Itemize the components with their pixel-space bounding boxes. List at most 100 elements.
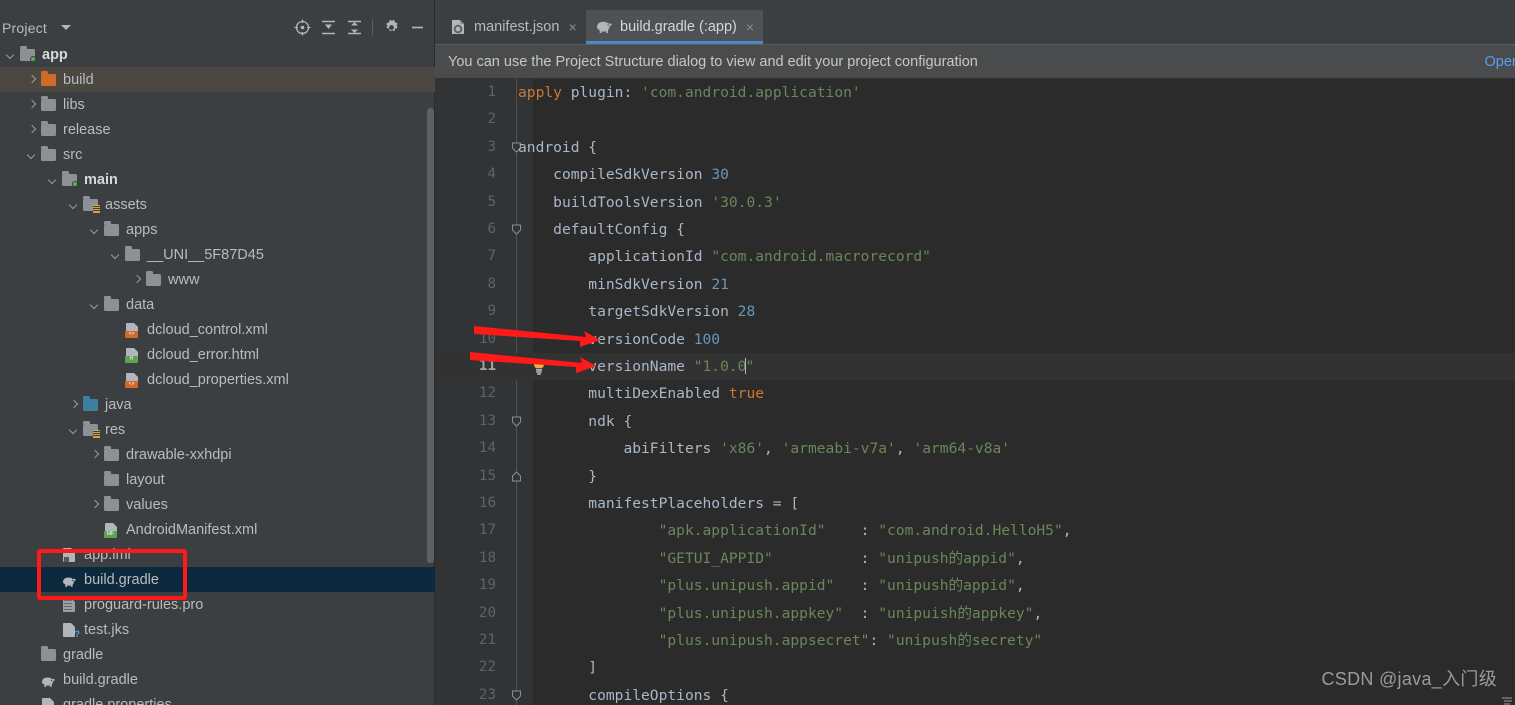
tree-item-build[interactable]: build [0,67,435,92]
editor-resize-handle[interactable] [1501,693,1513,705]
code-line[interactable]: 4 compileSdkVersion 30 [435,161,1515,188]
tree-item-app-iml[interactable]: app.iml [0,542,435,567]
chevron-right-icon[interactable] [25,123,39,137]
tree-item-values[interactable]: values [0,492,435,517]
tree-item-test-jks[interactable]: ? test.jks [0,617,435,642]
tree-item-drawable-xxhdpi[interactable]: drawable-xxhdpi [0,442,435,467]
tree-item-androidmanifest-xml[interactable]: MF AndroidManifest.xml [0,517,435,542]
collapse-all-icon[interactable] [341,14,367,40]
code-line[interactable]: 16 manifestPlaceholders = [ [435,490,1515,517]
json-file-icon [450,19,467,36]
line-number: 4 [487,166,496,183]
intention-bulb-icon[interactable] [531,358,547,376]
chevron-right-icon[interactable] [25,73,39,87]
code-line[interactable]: 5 buildToolsVersion '30.0.3' [435,189,1515,216]
tree-item-label: dcloud_properties.xml [147,371,289,388]
chevron-down-icon[interactable] [67,423,81,437]
project-tree[interactable]: app build libs release src main assets apps __UN… [0,42,435,705]
tree-item-src[interactable]: src [0,142,435,167]
tree-item-dcloud-properties-xml[interactable]: <> dcloud_properties.xml [0,367,435,392]
locate-target-icon[interactable] [289,14,315,40]
tree-item-res[interactable]: res [0,417,435,442]
tree-item-www[interactable]: www [0,267,435,292]
tree-item-gradle-properties[interactable]: gradle.properties [0,692,435,705]
code-text: "plus.unipush.appid" : "unipush的appid", [623,577,1025,595]
gear-icon[interactable] [378,14,404,40]
chevron-down-icon[interactable] [109,248,123,262]
chevron-down-icon[interactable] [60,25,71,30]
code-line[interactable]: 8 minSdkVersion 21 [435,271,1515,298]
folder-gray-icon [40,121,58,138]
code-line[interactable]: 19 "plus.unipush.appid" : "unipush的appid… [435,572,1515,599]
tree-item-dcloud-error-html[interactable]: Hdcloud_error.html [0,342,435,367]
chevron-right-icon[interactable] [25,98,39,112]
file-iml-icon [61,547,79,563]
code-line[interactable]: 11 versionName "1.0.0" [435,353,1515,381]
tree-item-build-gradle[interactable]: build.gradle [0,667,435,692]
tree-item-apps[interactable]: apps [0,217,435,242]
code-line[interactable]: 14 abiFilters 'x86', 'armeabi-v7a', 'arm… [435,435,1515,462]
code-content[interactable]: 1 apply plugin: 'com.android.application'… [435,79,1515,705]
code-line[interactable]: 7 applicationId "com.android.macrorecord… [435,243,1515,270]
code-line[interactable]: 17 "apk.applicationId" : "com.android.He… [435,517,1515,544]
code-line[interactable]: 10 versionCode 100 [435,326,1515,353]
code-line[interactable]: 13 ndk { [435,408,1515,435]
code-editor[interactable]: 1 apply plugin: 'com.android.application'… [435,79,1515,705]
chevron-right-icon[interactable] [88,448,102,462]
line-number: 6 [487,221,496,237]
code-text: "plus.unipush.appsecret": "unipush的secre… [623,632,1043,649]
open-project-structure-link[interactable]: Open [1485,54,1515,70]
close-icon[interactable]: × [568,20,576,34]
editor-tab-build-gradle-app-[interactable]: build.gradle (:app) × [586,10,764,44]
toolbar-divider [372,18,373,36]
code-line[interactable]: 9 targetSdkVersion 28 [435,298,1515,325]
code-text: buildToolsVersion '30.0.3' [553,193,782,211]
code-line[interactable]: 1 apply plugin: 'com.android.application' [435,79,1515,106]
expand-all-icon[interactable] [315,14,341,40]
tree-item-libs[interactable]: libs [0,92,435,117]
chevron-right-icon[interactable] [67,398,81,412]
code-line[interactable]: 21 "plus.unipush.appsecret": "unipush的se… [435,627,1515,654]
code-text: versionCode 100 [588,330,721,348]
tree-item-proguard-rules-pro[interactable]: proguard-rules.pro [0,592,435,617]
code-line[interactable]: 20 "plus.unipush.appkey" : "unipuish的app… [435,600,1515,627]
code-line[interactable]: 12 multiDexEnabled true [435,380,1515,407]
tree-item-java[interactable]: java [0,392,435,417]
tree-item-data[interactable]: data [0,292,435,317]
line-number: 10 [478,330,496,347]
chevron-down-icon[interactable] [46,173,60,187]
chevron-down-icon[interactable] [88,223,102,237]
folder-gray-icon [103,496,121,513]
code-line[interactable]: 3 android { [435,134,1515,161]
gradle-elephant-icon [596,19,613,36]
project-tree-scrollbar[interactable] [427,108,434,563]
tree-item-app[interactable]: app [0,42,435,67]
chevron-right-icon[interactable] [130,273,144,287]
chevron-down-icon[interactable] [4,48,18,62]
code-line[interactable]: 6 defaultConfig { [435,216,1515,243]
tree-item--uni-5f87d45[interactable]: __UNI__5F87D45 [0,242,435,267]
tree-item-assets[interactable]: assets [0,192,435,217]
tree-item-label: gradle [63,646,104,663]
code-line[interactable]: 18 "GETUI_APPID" : "unipush的appid", [435,545,1515,572]
chevron-right-icon[interactable] [88,498,102,512]
chevron-down-icon[interactable] [25,148,39,162]
chevron-down-icon[interactable] [67,198,81,212]
tree-item-dcloud-control-xml[interactable]: <> dcloud_control.xml [0,317,435,342]
line-number: 17 [478,522,496,539]
tree-item-gradle[interactable]: gradle [0,642,435,667]
close-icon[interactable]: × [746,20,754,34]
editor-tab-manifest-json[interactable]: manifest.json × [440,10,586,44]
tree-item-layout[interactable]: layout [0,467,435,492]
chevron-down-icon[interactable] [88,298,102,312]
code-line[interactable]: 2 [435,106,1515,133]
tree-item-release[interactable]: release [0,117,435,142]
tree-item-main[interactable]: main [0,167,435,192]
minimize-icon[interactable] [404,14,430,40]
code-line[interactable]: 15 } [435,463,1515,490]
tree-item-build-gradle[interactable]: build.gradle [0,567,435,592]
folder-gray-icon [40,146,58,163]
